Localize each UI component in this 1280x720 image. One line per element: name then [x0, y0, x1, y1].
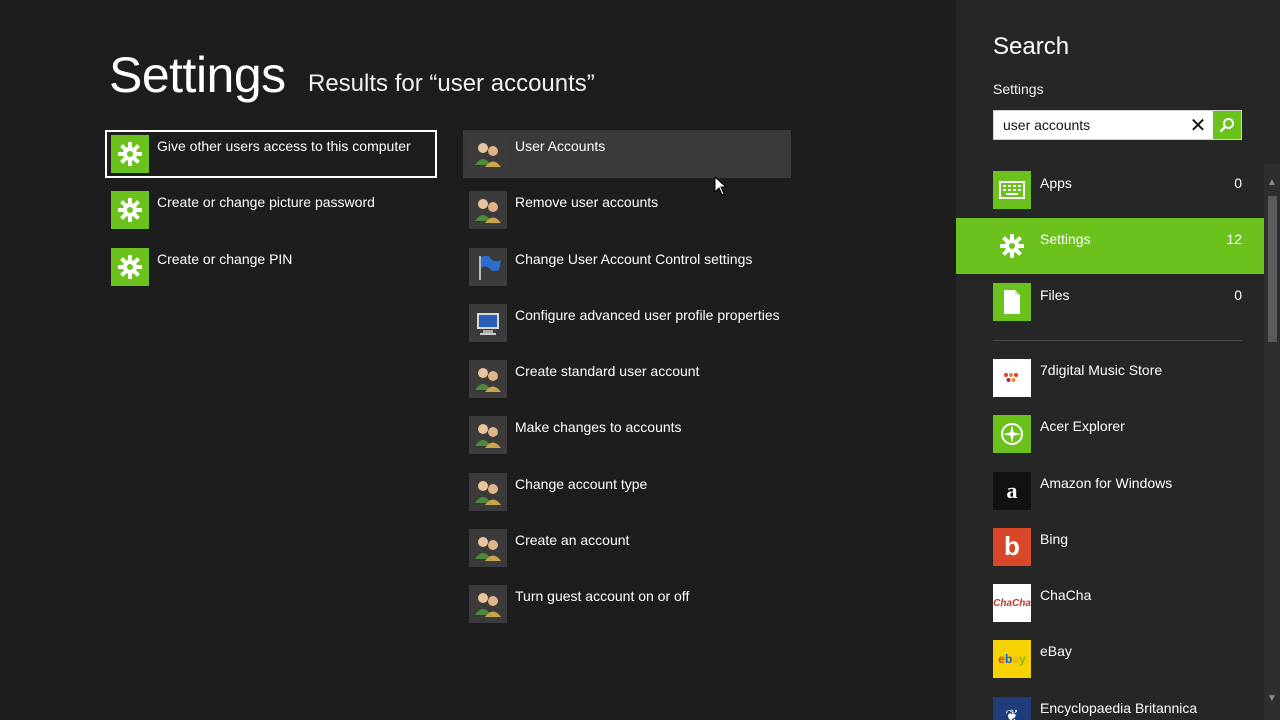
category-count: 12	[1226, 231, 1242, 247]
users-icon	[469, 360, 507, 399]
app-label: Acer Explorer	[1040, 418, 1125, 435]
result-change-account-type[interactable]: Change account type	[463, 468, 791, 516]
result-label: Change account type	[515, 475, 648, 492]
result-remove-user-accounts[interactable]: Remove user accounts	[463, 186, 791, 234]
result-make-changes-accounts[interactable]: Make changes to accounts	[463, 411, 791, 459]
result-label: Turn guest account on or off	[515, 588, 690, 605]
scroll-thumb[interactable]	[1268, 196, 1277, 342]
gear-icon	[993, 227, 1031, 265]
category-label: Apps	[1040, 175, 1072, 191]
result-label: Configure advanced user profile properti…	[515, 306, 780, 323]
app-list: 7digital Music Store Acer Explorer a Ama…	[956, 356, 1264, 720]
category-count: 0	[1234, 287, 1242, 303]
britannica-icon: ❦	[993, 696, 1031, 720]
results-subtitle: Results for “user accounts”	[308, 70, 595, 97]
app-item-7digital[interactable]: 7digital Music Store	[956, 356, 1264, 412]
result-give-other-users-access[interactable]: Give other users access to this computer	[105, 130, 437, 178]
clear-search-button[interactable]: ✕	[1185, 111, 1211, 139]
search-charm-pane: Search Settings ✕ Apps 0 Settings 12	[956, 0, 1280, 720]
result-advanced-profile-properties[interactable]: Configure advanced user profile properti…	[463, 299, 791, 347]
app-item-britannica[interactable]: ❦ Encyclopaedia Britannica	[956, 694, 1264, 720]
category-settings[interactable]: Settings 12	[956, 218, 1264, 274]
search-box: ✕	[993, 110, 1242, 140]
users-icon	[469, 529, 507, 568]
result-create-standard-account[interactable]: Create standard user account	[463, 355, 791, 403]
bing-icon: b	[993, 527, 1031, 566]
result-label: Create standard user account	[515, 363, 700, 380]
result-label: Remove user accounts	[515, 194, 659, 211]
category-apps[interactable]: Apps 0	[956, 162, 1264, 218]
search-pane-title: Search	[993, 33, 1070, 60]
result-user-accounts[interactable]: User Accounts	[463, 130, 791, 178]
search-scope-label: Settings	[993, 81, 1044, 97]
app-label: eBay	[1040, 643, 1072, 660]
7digital-icon	[993, 359, 1031, 397]
result-label: Create or change picture password	[157, 194, 375, 211]
close-icon: ✕	[1189, 114, 1207, 137]
app-label: Bing	[1040, 530, 1069, 547]
result-label: Change User Account Control settings	[515, 250, 753, 267]
app-label: Encyclopaedia Britannica	[1040, 699, 1198, 716]
search-icon	[1219, 118, 1234, 133]
result-label: Create or change PIN	[157, 250, 293, 267]
scroll-up-icon[interactable]: ▲	[1264, 174, 1280, 190]
result-pin[interactable]: Create or change PIN	[105, 243, 437, 291]
app-item-acer-explorer[interactable]: Acer Explorer	[956, 412, 1264, 468]
users-icon	[469, 416, 507, 455]
result-label: Create an account	[515, 532, 630, 549]
category-label: Files	[1040, 287, 1070, 303]
category-count: 0	[1234, 175, 1242, 191]
users-icon	[469, 191, 507, 230]
gear-icon	[111, 191, 149, 230]
file-icon	[993, 283, 1031, 321]
app-item-ebay[interactable]: ebay eBay	[956, 637, 1264, 693]
app-item-chacha[interactable]: ChaCha ChaCha	[956, 581, 1264, 637]
result-create-account[interactable]: Create an account	[463, 524, 791, 572]
computer-icon	[469, 303, 507, 342]
search-pane-scrollbar[interactable]: ▲ ▼	[1264, 164, 1280, 720]
category-files[interactable]: Files 0	[956, 274, 1264, 330]
settings-results-area: Settings Results for “user accounts” Giv…	[0, 0, 956, 720]
search-category-list: Apps 0 Settings 12 Files 0	[956, 162, 1264, 330]
result-label: User Accounts	[515, 138, 606, 154]
app-label: ChaCha	[1040, 587, 1092, 604]
scroll-down-icon[interactable]: ▼	[1264, 690, 1280, 706]
result-label: Make changes to accounts	[515, 419, 682, 436]
chacha-icon: ChaCha	[993, 584, 1031, 623]
result-guest-account[interactable]: Turn guest account on or off	[463, 580, 791, 628]
results-column-right: User Accounts Remove user accounts Chang…	[463, 130, 791, 637]
result-label: Give other users access to this computer	[157, 138, 411, 154]
result-picture-password[interactable]: Create or change picture password	[105, 186, 437, 234]
ebay-icon: ebay	[993, 640, 1031, 679]
search-submit-button[interactable]	[1213, 111, 1241, 139]
divider	[993, 340, 1242, 341]
gear-icon	[111, 135, 149, 173]
users-icon	[469, 472, 507, 511]
app-label: Amazon for Windows	[1040, 474, 1173, 491]
app-label: 7digital Music Store	[1040, 362, 1163, 378]
result-uac-settings[interactable]: Change User Account Control settings	[463, 243, 791, 291]
app-item-bing[interactable]: b Bing	[956, 525, 1264, 581]
category-label: Settings	[1040, 231, 1091, 247]
search-input[interactable]	[1003, 117, 1183, 133]
users-icon	[469, 585, 507, 624]
keyboard-icon	[993, 171, 1031, 209]
app-item-amazon[interactable]: a Amazon for Windows	[956, 469, 1264, 525]
amazon-icon: a	[993, 471, 1031, 510]
results-column-left: Give other users access to this computer…	[105, 130, 437, 299]
flag-icon	[469, 247, 507, 286]
users-icon	[469, 135, 507, 173]
gear-icon	[111, 247, 149, 286]
acer-explorer-icon	[993, 415, 1031, 454]
page-title: Settings	[109, 47, 286, 103]
